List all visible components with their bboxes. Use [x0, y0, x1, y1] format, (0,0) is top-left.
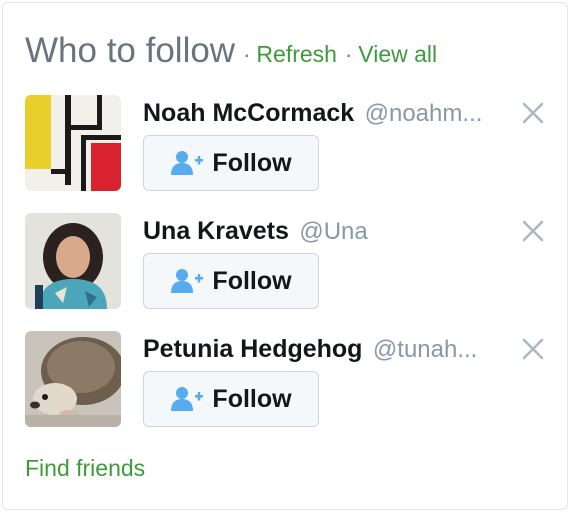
follow-button[interactable]: Follow — [143, 371, 319, 427]
follow-label: Follow — [212, 148, 292, 177]
avatar[interactable] — [25, 213, 121, 309]
close-icon — [522, 102, 544, 124]
module-title: Who to follow — [25, 31, 236, 70]
separator-dot: · — [243, 42, 251, 67]
user-handle[interactable]: @Una — [299, 218, 367, 245]
who-to-follow-module: Who to follow · Refresh · View all Noah … — [2, 2, 568, 510]
dismiss-button[interactable] — [519, 335, 547, 363]
user-handle[interactable]: @tunah... — [373, 336, 477, 363]
view-all-link[interactable]: View all — [358, 41, 437, 68]
find-friends-link[interactable]: Find friends — [25, 455, 145, 482]
user-handle[interactable]: @noahm... — [365, 100, 483, 127]
add-person-icon — [170, 150, 204, 176]
dismiss-button[interactable] — [519, 99, 547, 127]
user-name[interactable]: Petunia Hedgehog — [143, 335, 362, 363]
avatar[interactable] — [25, 95, 121, 191]
follow-label: Follow — [212, 384, 292, 413]
mondrian-abstract-avatar — [25, 95, 121, 191]
name-line: Noah McCormack @noahm... — [143, 95, 513, 131]
close-icon — [522, 220, 544, 242]
name-line: Una Kravets @Una — [143, 213, 513, 249]
module-header: Who to follow · Refresh · View all — [25, 31, 437, 81]
refresh-link[interactable]: Refresh — [256, 41, 337, 68]
suggestion-row: Petunia Hedgehog @tunah... Follow — [25, 331, 555, 427]
add-person-icon — [170, 268, 204, 294]
user-name[interactable]: Una Kravets — [143, 217, 289, 245]
separator-dot: · — [344, 42, 353, 67]
close-icon — [522, 338, 544, 360]
follow-button[interactable]: Follow — [143, 253, 319, 309]
woman-portrait-avatar — [25, 213, 121, 309]
suggestion-row: Noah McCormack @noahm... Follow — [25, 95, 555, 191]
user-name[interactable]: Noah McCormack — [143, 99, 354, 127]
follow-button[interactable]: Follow — [143, 135, 319, 191]
follow-label: Follow — [212, 266, 292, 295]
avatar[interactable] — [25, 331, 121, 427]
dismiss-button[interactable] — [519, 217, 547, 245]
hedgehog-photo-avatar — [25, 331, 121, 427]
suggestion-row: Una Kravets @Una Follow — [25, 213, 555, 309]
add-person-icon — [170, 386, 204, 412]
name-line: Petunia Hedgehog @tunah... — [143, 331, 513, 367]
